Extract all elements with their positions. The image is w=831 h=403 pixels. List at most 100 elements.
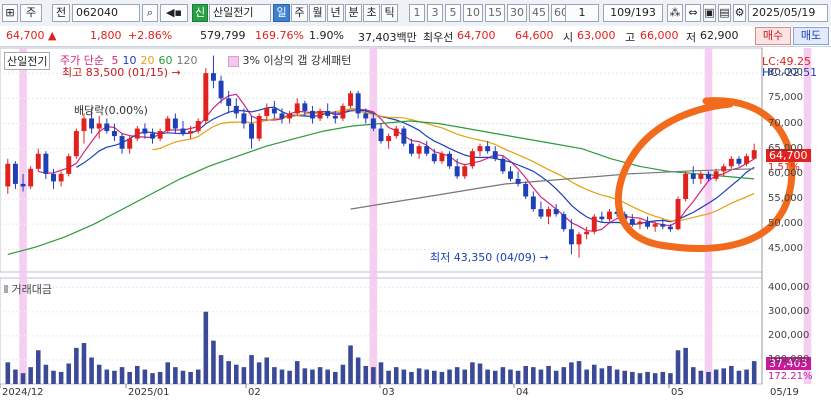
price-tick-label: 60,000 [768, 167, 803, 179]
candle-body [35, 153, 41, 169]
candle-body [233, 105, 239, 114]
candle-body [134, 128, 140, 139]
candle-body [713, 171, 719, 179]
candle-body [538, 209, 544, 217]
volume-bar [310, 369, 315, 384]
volume-bar [599, 368, 605, 384]
volume-bar [553, 370, 559, 384]
date-axis-label: 04 [516, 387, 529, 398]
candle-body [378, 128, 384, 142]
candle-body [576, 234, 582, 245]
pattern-legend[interactable]: 3% 이상의 갭 강세패턴 [228, 52, 351, 68]
candle-body [546, 209, 552, 217]
volume-bar [302, 368, 308, 384]
volume-panel-swatch [4, 285, 8, 293]
candle-body [363, 113, 369, 119]
candle-body [256, 115, 262, 139]
candle-body [599, 216, 605, 220]
volume-bar [729, 365, 734, 384]
candle-body [454, 166, 460, 177]
volume-bar [721, 368, 727, 384]
candle-body [203, 73, 209, 121]
volume-tick-label: 300,000 [768, 305, 810, 317]
date-axis-label: 2024/12 [2, 387, 44, 398]
volume-bar [416, 368, 422, 384]
candle-body [393, 128, 399, 137]
volume-bar [279, 369, 285, 384]
candle-body [317, 110, 323, 119]
volume-bar [325, 369, 330, 384]
volume-tick-label: 200,000 [768, 329, 810, 341]
volume-bar [393, 367, 399, 384]
volume-bar [211, 340, 216, 384]
volume-bar [409, 371, 414, 384]
candle-body [294, 103, 300, 114]
candle-body [210, 73, 216, 81]
candle-body [218, 80, 224, 99]
candle-body [66, 156, 72, 174]
candle-body [127, 138, 133, 149]
volume-bar [500, 367, 506, 384]
volume-bar [607, 365, 612, 384]
candle-body [119, 136, 125, 149]
dividend-annotation: 배당락(0.00%) [74, 104, 148, 117]
volume-bar [195, 369, 201, 384]
candle-body [530, 196, 536, 210]
volume-bar [454, 367, 460, 384]
volume-bar [317, 367, 323, 384]
candle-body [469, 151, 475, 167]
volume-tick-label: 100,000 [768, 353, 810, 365]
volume-bar [523, 365, 528, 384]
volume-bar [81, 343, 87, 384]
volume-bar [462, 369, 468, 384]
candle-body [111, 131, 117, 137]
date-axis-label: 05/19 [770, 387, 799, 398]
volume-bar [751, 361, 757, 384]
volume-bar [591, 364, 597, 384]
candle-body [492, 151, 498, 159]
volume-bar [576, 361, 582, 384]
volume-bar [492, 370, 498, 384]
candle-body [58, 173, 64, 182]
volume-bar [355, 357, 361, 384]
volume-tick-label: 400,000 [768, 281, 810, 293]
volume-bar [584, 369, 589, 384]
candle-body [744, 156, 750, 164]
candle-body [51, 173, 56, 182]
volume-bar [112, 370, 117, 384]
volume-bar [561, 367, 567, 384]
candle-body [683, 173, 689, 200]
candle-body [180, 128, 186, 134]
volume-bar [256, 362, 262, 384]
volume-bar [180, 370, 186, 384]
stock-label: 산일전기 [4, 52, 51, 70]
volume-bar [698, 370, 704, 384]
candle-body [607, 211, 612, 220]
candle-body [698, 173, 704, 179]
candle-body [675, 199, 681, 230]
candle-body [652, 224, 658, 227]
volume-bar [13, 369, 18, 384]
volume-bar [660, 371, 666, 384]
volume-bar [150, 373, 155, 384]
date-axis-label: 02 [248, 387, 261, 398]
candle-body [408, 143, 414, 154]
candle-body [226, 98, 232, 106]
candle-body [172, 118, 178, 129]
candle-body [188, 131, 194, 134]
candle-body [553, 209, 559, 215]
candle-body [165, 118, 171, 132]
volume-bar [35, 350, 41, 384]
candle-body [142, 128, 148, 134]
volume-pct-tag: 172.21% [768, 371, 813, 382]
candle-body [416, 146, 422, 154]
volume-bar [165, 362, 171, 384]
volume-bar [51, 370, 56, 384]
volume-bar [66, 363, 72, 384]
volume-bar [96, 364, 102, 384]
candle-body [591, 216, 597, 232]
volume-bar [683, 347, 688, 384]
candle-body [386, 136, 392, 142]
volume-bar [371, 367, 376, 384]
price-tick-label: 65,000 [768, 142, 803, 154]
